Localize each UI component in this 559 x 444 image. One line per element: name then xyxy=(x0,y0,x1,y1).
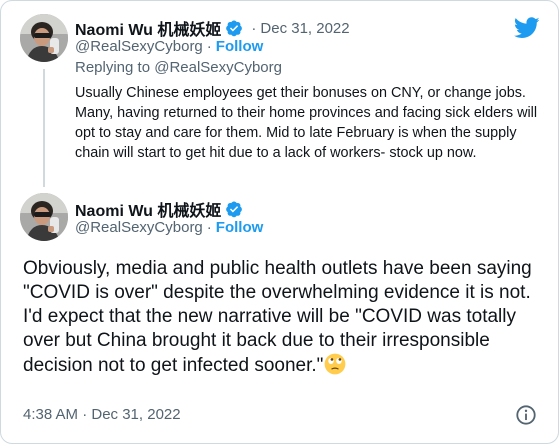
display-name[interactable]: Naomi Wu 机械妖姬 xyxy=(75,16,221,40)
replying-to-label: Replying to @RealSexyCyborg xyxy=(75,59,282,76)
face-with-rolling-eyes-emoji xyxy=(325,353,346,375)
avatar[interactable] xyxy=(20,14,68,62)
main-tweet-text: Obviously, media and public health outle… xyxy=(23,257,543,378)
user-handle[interactable]: @RealSexyCyborg xyxy=(75,219,203,236)
display-name[interactable]: Naomi Wu 机械妖姬 xyxy=(75,197,221,221)
tweet-timestamp[interactable]: 4:38 AM · Dec 31, 2022 xyxy=(23,406,181,423)
tweet-paragraph: I'd expect that the new narrative will b… xyxy=(23,306,516,376)
avatar[interactable] xyxy=(20,193,68,241)
separator-dot: · xyxy=(206,219,212,236)
follow-button[interactable]: Follow xyxy=(216,38,264,55)
twitter-bird-icon[interactable] xyxy=(514,17,540,39)
verified-badge-icon xyxy=(226,20,243,37)
follow-button[interactable]: Follow xyxy=(216,219,264,236)
thread-connector-line xyxy=(43,69,45,187)
separator-dot: · xyxy=(251,19,257,37)
tweet-paragraph: Obviously, media and public health outle… xyxy=(23,258,532,303)
quoted-tweet-header: Naomi Wu 机械妖姬 · Dec 31, 2022 xyxy=(75,16,350,40)
info-icon[interactable] xyxy=(515,404,537,426)
profile-photo-icon xyxy=(20,14,68,62)
separator-dot: · xyxy=(206,38,212,55)
tweet-paragraph-with-emoji: I'd expect that the new narrative will b… xyxy=(23,305,543,378)
tweet-date[interactable]: Dec 31, 2022 xyxy=(260,20,349,37)
quoted-tweet-text: Usually Chinese employees get their bonu… xyxy=(75,85,538,161)
profile-photo-icon xyxy=(20,193,68,241)
quoted-tweet-handle-row: @RealSexyCyborg · Follow xyxy=(75,38,263,55)
main-tweet-handle-row: @RealSexyCyborg · Follow xyxy=(75,219,263,236)
main-tweet-header: Naomi Wu 机械妖姬 xyxy=(75,197,247,221)
user-handle[interactable]: @RealSexyCyborg xyxy=(75,38,203,55)
tweet-embed-card[interactable]: Naomi Wu 机械妖姬 · Dec 31, 2022 @RealSexyCy… xyxy=(0,0,559,444)
verified-badge-icon xyxy=(226,201,243,218)
